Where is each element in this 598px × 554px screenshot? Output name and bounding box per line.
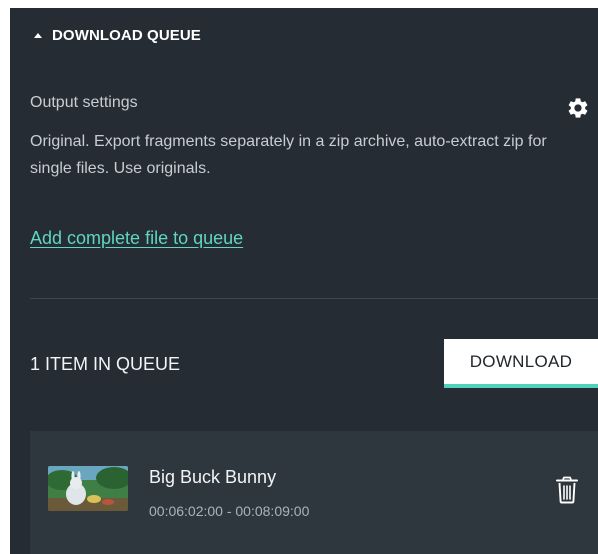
download-queue-title: DOWNLOAD QUEUE xyxy=(52,26,201,44)
queue-item-time-range: 00:06:02:00 - 00:08:09:00 xyxy=(149,503,310,519)
download-queue-panel: DOWNLOAD QUEUE Output settings Original.… xyxy=(10,8,598,554)
gear-icon[interactable] xyxy=(566,96,590,120)
trash-icon[interactable] xyxy=(556,476,578,504)
queue-item-title: Big Buck Bunny xyxy=(149,467,277,487)
thumbnail-image xyxy=(48,466,128,511)
output-settings-description: Original. Export fragments separately in… xyxy=(30,133,547,177)
caret-up-icon xyxy=(34,32,42,38)
queue-count-label: 1 ITEM IN QUEUE xyxy=(30,354,181,374)
output-settings-title: Output settings xyxy=(30,94,138,111)
add-complete-file-link[interactable]: Add complete file to queue xyxy=(30,228,243,249)
download-button[interactable]: DOWNLOAD xyxy=(444,339,598,388)
queue-item: Big Buck Bunny 00:06:02:00 - 00:08:09:00 xyxy=(30,431,598,554)
section-divider xyxy=(30,298,598,299)
video-thumbnail xyxy=(48,466,128,511)
download-queue-header[interactable]: DOWNLOAD QUEUE xyxy=(34,24,201,46)
